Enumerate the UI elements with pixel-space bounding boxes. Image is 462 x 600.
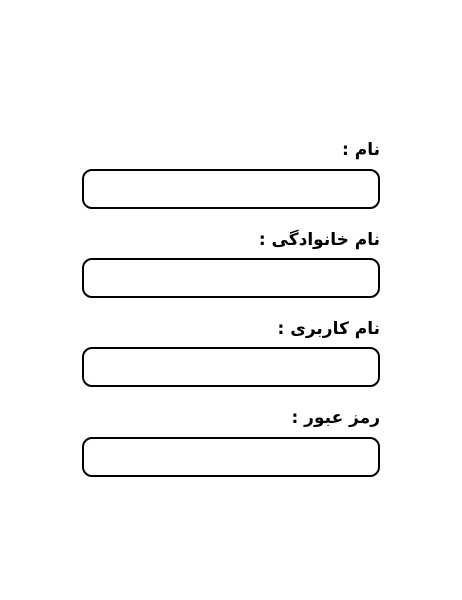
username-input[interactable] [82,347,380,387]
last-name-label: نام خانوادگی : [258,230,380,250]
username-label: نام کاربری : [277,319,380,339]
first-name-label: نام : [342,140,380,160]
first-name-input[interactable] [82,169,380,209]
password-input[interactable] [82,437,380,477]
password-label: رمز عبور : [291,408,380,428]
last-name-input[interactable] [82,258,380,298]
registration-form: نام : نام خانوادگی : نام کاربری : رمز عب… [82,0,380,600]
